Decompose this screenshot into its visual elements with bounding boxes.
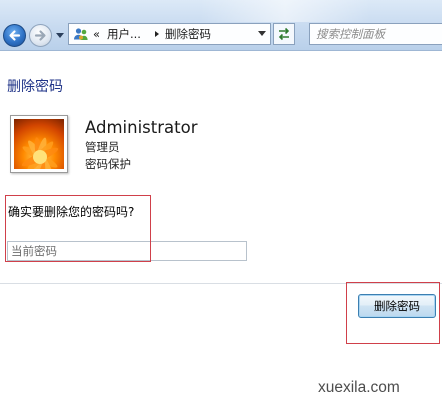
search-input[interactable]: 搜索控制面板	[309, 23, 442, 45]
flower-picture	[14, 119, 64, 169]
breadcrumb-users[interactable]: 用户...	[107, 24, 141, 44]
refresh-button[interactable]	[273, 23, 295, 45]
account-type: 管理员	[85, 140, 120, 154]
account-status: 密码保护	[85, 157, 131, 171]
address-dropdown-icon[interactable]	[258, 31, 266, 36]
annotation-box-password	[5, 195, 151, 262]
avatar	[10, 115, 68, 173]
users-icon	[74, 28, 88, 40]
navigation-bar: « 用户... 删除密码 搜索控制面板	[0, 0, 442, 51]
address-bar[interactable]: « 用户... 删除密码	[68, 23, 271, 45]
flower-icon	[21, 137, 59, 169]
refresh-icon	[278, 27, 290, 41]
back-button[interactable]	[3, 24, 26, 47]
breadcrumb-separator-icon[interactable]	[155, 31, 159, 37]
history-dropdown-icon[interactable]	[56, 33, 64, 38]
annotation-box-button	[346, 282, 440, 344]
forward-button[interactable]	[29, 24, 52, 47]
account-name: Administrator	[85, 118, 198, 137]
page-title: 删除密码	[7, 79, 63, 95]
breadcrumb-overflow[interactable]: «	[93, 24, 100, 44]
watermark: xuexila.com	[318, 379, 400, 396]
back-arrow-icon	[9, 30, 21, 41]
forward-arrow-icon	[34, 30, 46, 41]
breadcrumb-current[interactable]: 删除密码	[165, 24, 211, 44]
